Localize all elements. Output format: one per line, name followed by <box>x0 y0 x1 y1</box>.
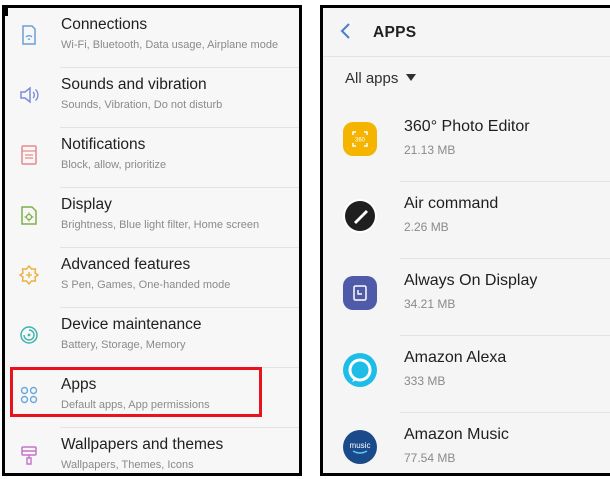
app-size: 77.54 MB <box>404 451 456 465</box>
settings-item-subtitle: Wi-Fi, Bluetooth, Data usage, Airplane m… <box>61 39 279 51</box>
sound-icon <box>17 83 41 107</box>
settings-item-subtitle: Battery, Storage, Memory <box>61 339 186 351</box>
svg-text:music: music <box>350 441 371 450</box>
app-list-item[interactable]: Amazon Alexa 333 MB <box>323 336 610 413</box>
settings-item-title: Sounds and vibration <box>61 76 207 93</box>
settings-item-title: Display <box>61 196 112 213</box>
app-name: Air command <box>404 195 499 212</box>
settings-item-title: Device maintenance <box>61 316 202 333</box>
app-list-item[interactable]: 360 360° Photo Editor 21.13 MB <box>323 105 610 182</box>
page-title: APPS <box>373 24 417 41</box>
apps-icon <box>17 383 41 407</box>
filter-label: All apps <box>345 70 399 87</box>
settings-item-notifications[interactable]: Notifications Block, allow, prioritize <box>5 128 299 188</box>
app-name: Amazon Music <box>404 426 509 443</box>
device-maintenance-icon <box>17 323 41 347</box>
wallpapers-icon <box>17 443 41 467</box>
back-arrow-icon[interactable] <box>339 20 353 47</box>
settings-item-sounds[interactable]: Sounds and vibration Sounds, Vibration, … <box>5 68 299 128</box>
settings-item-display[interactable]: Display Brightness, Blue light filter, H… <box>5 188 299 248</box>
advanced-features-icon <box>17 263 41 287</box>
app-name: 360° Photo Editor <box>404 118 530 135</box>
settings-item-title: Notifications <box>61 136 146 153</box>
amazon-alexa-icon <box>343 353 377 387</box>
settings-item-device-maintenance[interactable]: Device maintenance Battery, Storage, Mem… <box>5 308 299 368</box>
app-name: Always On Display <box>404 272 538 289</box>
dropdown-caret-icon <box>406 74 417 81</box>
settings-item-title: Advanced features <box>61 256 191 273</box>
app-size: 34.21 MB <box>404 297 456 311</box>
settings-item-subtitle: Block, allow, prioritize <box>61 159 167 171</box>
settings-item-title: Connections <box>61 16 148 33</box>
app-size: 333 MB <box>404 374 446 388</box>
settings-panel: Connections Wi-Fi, Bluetooth, Data usage… <box>2 5 302 476</box>
settings-item-title: Apps <box>61 376 97 393</box>
air-command-icon <box>343 199 377 233</box>
app-filter-dropdown[interactable]: All apps <box>345 70 417 87</box>
app-list-item[interactable]: Air command 2.26 MB <box>323 182 610 259</box>
amazon-music-icon: music <box>343 430 377 464</box>
settings-item-apps[interactable]: Apps Default apps, App permissions <box>5 368 299 428</box>
photo-editor-360-icon: 360 <box>343 122 377 156</box>
settings-item-subtitle: S Pen, Games, One-handed mode <box>61 279 231 291</box>
settings-item-advanced-features[interactable]: Advanced features S Pen, Games, One-hand… <box>5 248 299 308</box>
app-list-item[interactable]: Always On Display 34.21 MB <box>323 259 610 336</box>
settings-item-subtitle: Wallpapers, Themes, Icons <box>61 459 194 471</box>
settings-item-subtitle: Default apps, App permissions <box>61 399 210 411</box>
settings-item-subtitle: Brightness, Blue light filter, Home scre… <box>61 219 260 231</box>
app-list-item[interactable]: music Amazon Music 77.54 MB <box>323 413 610 473</box>
settings-item-title: Wallpapers and themes <box>61 436 224 453</box>
settings-item-wallpapers[interactable]: Wallpapers and themes Wallpapers, Themes… <box>5 428 299 473</box>
connections-icon <box>17 23 41 47</box>
app-name: Amazon Alexa <box>404 349 507 366</box>
svg-text:360: 360 <box>355 138 366 144</box>
app-size: 21.13 MB <box>404 143 456 157</box>
settings-item-connections[interactable]: Connections Wi-Fi, Bluetooth, Data usage… <box>5 8 299 68</box>
always-on-display-icon <box>343 276 377 310</box>
app-size: 2.26 MB <box>404 220 449 234</box>
display-icon <box>17 203 41 227</box>
divider <box>323 56 610 57</box>
apps-panel: APPS All apps 360 360° Photo Editor 21.1… <box>320 5 610 476</box>
settings-item-subtitle: Sounds, Vibration, Do not disturb <box>61 99 223 111</box>
apps-header: APPS <box>323 8 610 56</box>
notifications-icon <box>17 143 41 167</box>
